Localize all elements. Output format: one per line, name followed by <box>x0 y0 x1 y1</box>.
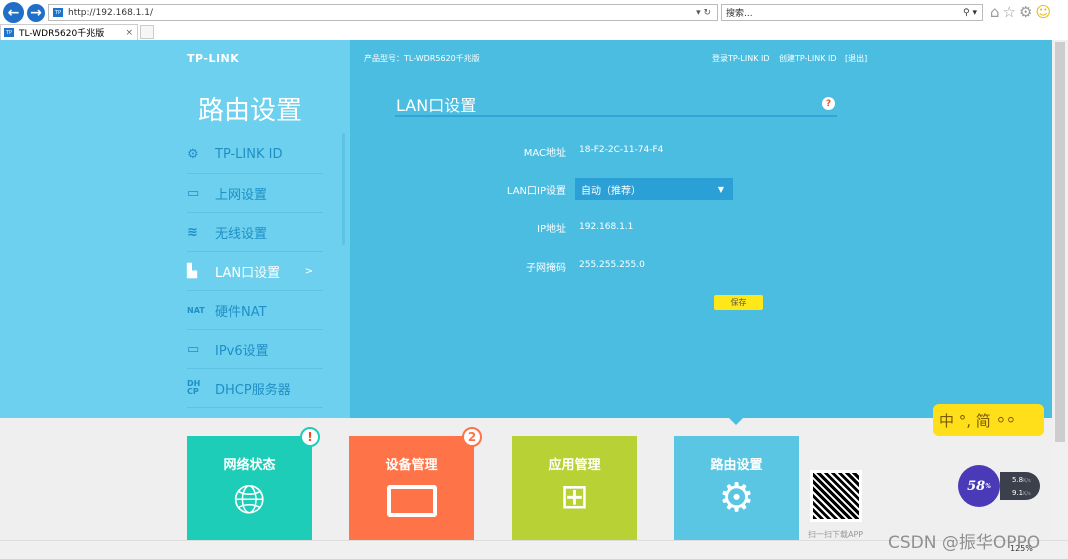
upload-speed: 5.8 <box>1012 476 1024 484</box>
laptop-icon: ▭ <box>187 341 200 357</box>
browser-tab[interactable]: TP TL-WDR5620千兆版 × <box>0 24 138 40</box>
tile-network-status[interactable]: 网络状态 🌐︎ <box>187 436 312 540</box>
refresh-icon[interactable]: ▾ ↻ <box>696 8 711 18</box>
tile-device-management[interactable]: 设备管理 <box>349 436 474 540</box>
tab-title: TL-WDR5620千兆版 <box>19 29 105 39</box>
sidebar-item-dhcp[interactable]: DH CP DHCP服务器 <box>187 369 323 408</box>
ip-value: 192.168.1.1 <box>579 222 634 232</box>
watermark: CSDN @振华OPPO <box>888 533 1041 553</box>
rate-unit: K/s <box>1023 491 1031 497</box>
tile-app-management[interactable]: 应用管理 ⊞ <box>512 436 637 540</box>
gear-icon: ⚙ <box>718 475 755 521</box>
favicon-icon: TP <box>4 28 14 37</box>
gear-icon[interactable]: ⚙ <box>1019 3 1035 21</box>
search-input[interactable]: 搜索... ⚲ ▾ <box>721 4 983 21</box>
sidebar-scrollbar[interactable] <box>342 133 345 245</box>
url-text: http://192.168.1.1/ <box>68 7 153 18</box>
apps-grid-icon: ⊞ <box>560 477 589 517</box>
logout-link[interactable]: [退出] <box>845 53 867 64</box>
router-icon: ▙ <box>187 263 197 279</box>
ip-label: IP地址 <box>537 224 566 235</box>
tile-label: 设备管理 <box>385 458 438 473</box>
item-label: LAN口设置 <box>215 265 281 281</box>
wifi-icon: ≋ <box>187 224 198 240</box>
ime-text: 中 °, 简 <box>939 411 991 430</box>
model-text: 产品型号：TL-WDR5620千兆版 <box>364 54 480 63</box>
mask-value: 255.255.255.0 <box>579 260 645 270</box>
page-title: LAN口设置 <box>396 96 477 115</box>
tile-label: 应用管理 <box>548 458 601 473</box>
speed-readout: 5.8K/s 9.1K/s <box>1000 472 1040 500</box>
forward-button[interactable]: → <box>27 4 45 22</box>
sidebar-item-tplink-id[interactable]: ⚙ TP-LINK ID <box>187 135 323 174</box>
tile-label: 网络状态 <box>223 458 276 473</box>
qr-code <box>810 470 862 522</box>
chevron-down-icon: ▼ <box>717 184 724 194</box>
device-count-badge: 2 <box>462 427 482 447</box>
mac-value: 18-F2-2C-11-74-F4 <box>579 145 664 155</box>
ime-toolbar[interactable]: 中 °, 简 ⚪⚪ <box>933 404 1044 436</box>
download-speed: 9.1 <box>1012 489 1024 497</box>
tile-router-settings[interactable]: 路由设置 ⚙ <box>674 436 799 540</box>
title-divider <box>395 115 837 117</box>
tile-label: 路由设置 <box>710 458 763 473</box>
speed-percent: 58 <box>967 478 986 494</box>
laptop-icon: ▭ <box>187 185 200 201</box>
qr-caption: 扫一扫下载APP <box>808 530 864 539</box>
home-icon[interactable]: ⌂ <box>990 3 1003 21</box>
item-label: 上网设置 <box>215 187 268 203</box>
mac-label: MAC地址 <box>523 148 566 159</box>
sidebar-item-lan[interactable]: ▙ LAN口设置 > <box>187 252 323 291</box>
chevron-right-icon: > <box>304 265 313 277</box>
sidebar-item-wireless[interactable]: ≋ 无线设置 <box>187 213 323 252</box>
item-label: DHCP服务器 <box>215 382 291 398</box>
dhcp-icon: DH CP <box>187 379 201 396</box>
lan-ip-select[interactable]: 自动（推荐） ▼ <box>575 178 733 200</box>
help-icon[interactable]: ? <box>822 97 835 110</box>
tplink-logo: TP-LINK <box>187 52 240 65</box>
back-button[interactable]: ← <box>3 2 24 23</box>
toolbar-icons[interactable]: ⌂☆⚙☺ <box>990 3 1054 21</box>
mask-label: 子网掩码 <box>526 263 566 274</box>
percent-unit: % <box>985 482 991 490</box>
item-label: IPv6设置 <box>215 343 269 359</box>
laptop-icon <box>386 485 437 517</box>
rate-unit: K/s <box>1023 478 1031 484</box>
new-tab-button[interactable] <box>140 25 154 39</box>
login-link[interactable]: 登录TP-LINK ID <box>712 53 770 64</box>
search-placeholder: 搜索... <box>726 9 753 19</box>
smiley-icon[interactable]: ☺ <box>1035 3 1054 21</box>
sidebar-item-ipv6[interactable]: ▭ IPv6设置 <box>187 330 323 369</box>
sidebar-item-internet[interactable]: ▭ 上网设置 <box>187 174 323 213</box>
sidebar-title: 路由设置 <box>198 96 303 126</box>
item-label: 无线设置 <box>215 226 268 242</box>
page-scrollbar[interactable] <box>1052 40 1068 540</box>
item-label: TP-LINK ID <box>215 146 283 162</box>
nat-icon: NAT <box>187 305 205 315</box>
alert-badge: ! <box>300 427 320 447</box>
address-bar[interactable]: TP http://192.168.1.1/ ▾ ↻ <box>48 4 718 21</box>
save-button[interactable]: 保存 <box>714 295 763 310</box>
close-tab-icon[interactable]: × <box>125 28 133 38</box>
minion-eyes-icon: ⚪⚪ <box>995 413 1016 427</box>
lan-ip-label: LAN口IP设置 <box>506 186 566 197</box>
active-pointer <box>729 418 743 425</box>
select-value: 自动（推荐） <box>581 185 641 197</box>
globe-icon: 🌐︎ <box>233 477 266 523</box>
item-label: 硬件NAT <box>215 304 267 320</box>
search-icon[interactable]: ⚲ ▾ <box>963 8 977 18</box>
speed-widget[interactable]: 58% <box>958 465 1000 507</box>
create-id-link[interactable]: 创建TP-LINK ID <box>779 53 837 64</box>
favicon-icon: TP <box>53 8 63 17</box>
gear-icon: ⚙ <box>187 146 199 162</box>
star-icon[interactable]: ☆ <box>1003 3 1019 21</box>
sidebar-item-nat[interactable]: NAT 硬件NAT <box>187 291 323 330</box>
